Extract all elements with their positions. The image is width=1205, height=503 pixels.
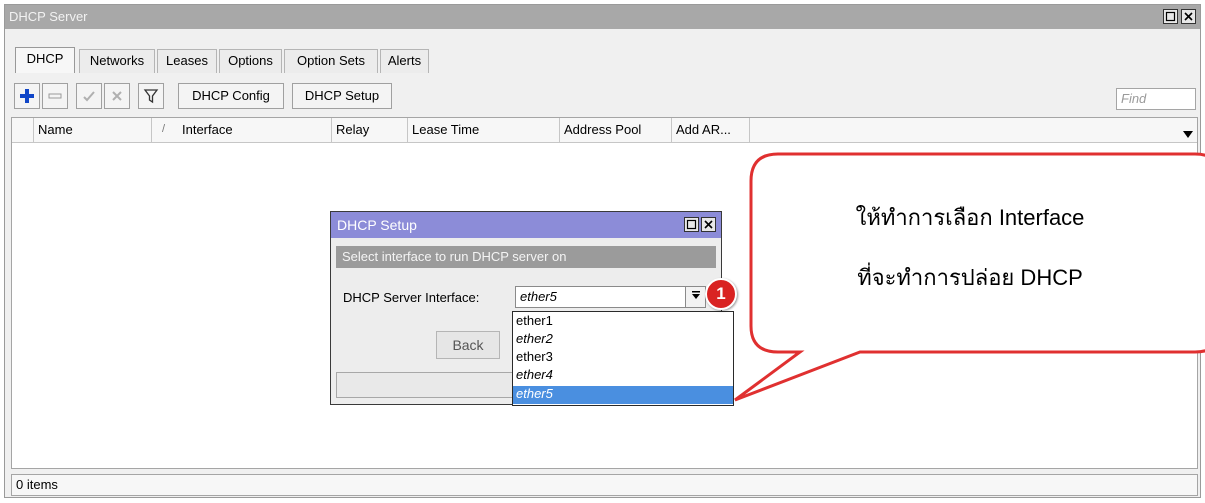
dialog-close-icon[interactable] — [701, 217, 716, 232]
dropdown-option-ether4[interactable]: ether4 — [513, 367, 733, 384]
dialog-title: DHCP Setup — [337, 217, 417, 233]
step-number-badge: 1 — [705, 278, 737, 310]
interface-label: DHCP Server Interface: — [343, 290, 480, 305]
interface-dropdown-list: ether1 ether2 ether3 ether4 ether5 — [512, 311, 734, 406]
dropdown-option-ether1[interactable]: ether1 — [513, 313, 733, 330]
dropdown-option-ether2[interactable]: ether2 — [513, 331, 733, 348]
back-button[interactable]: Back — [436, 331, 500, 359]
dialog-titlebar[interactable]: DHCP Setup — [331, 212, 721, 238]
dropdown-arrow-icon[interactable] — [685, 286, 706, 308]
callout-line-1: ให้ทำการเลือก Interface — [855, 205, 1085, 230]
interface-select[interactable]: ether5 — [515, 286, 687, 308]
dropdown-option-ether5[interactable]: ether5 — [513, 386, 733, 404]
dialog-subheader: Select interface to run DHCP server on — [336, 246, 716, 268]
dropdown-option-ether3[interactable]: ether3 — [513, 349, 733, 366]
dialog-maximize-icon[interactable] — [684, 217, 699, 232]
callout-line-2: ที่จะทำการปล่อย DHCP — [857, 265, 1083, 290]
